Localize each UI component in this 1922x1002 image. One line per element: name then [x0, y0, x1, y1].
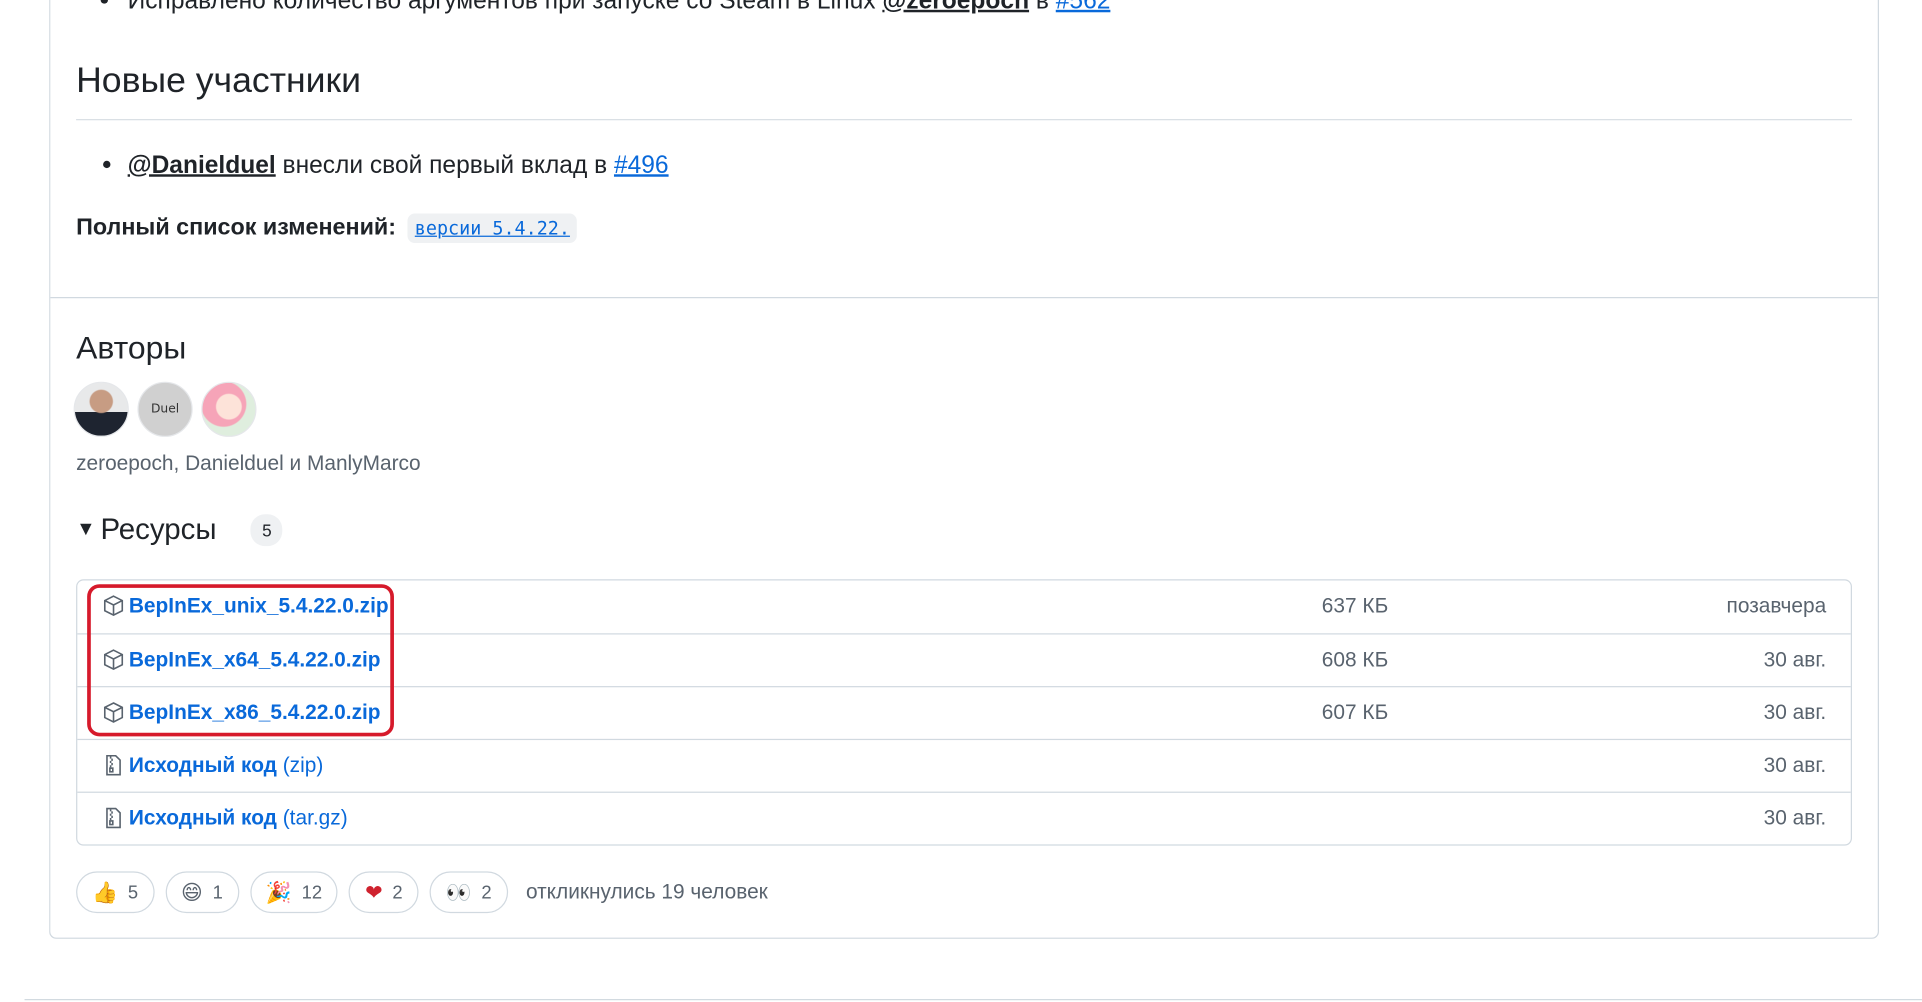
- page-divider: [24, 999, 1922, 1001]
- changelog-item-text: Исправлено количество аргументов при зап…: [127, 0, 876, 15]
- reactions-bar: 👍 5 😄 1 🎉 12 ❤ 2 👀 2 откликнулись 19 человек: [76, 871, 768, 914]
- asset-row: BepInEx_unix_5.4.22.0.zip 637 КБ позавчера: [77, 581, 1850, 634]
- reaction-count: 1: [212, 881, 223, 903]
- asset-ext: (tar.gz): [282, 806, 348, 830]
- resources-heading: Ресурсы: [100, 513, 217, 547]
- asset-ext: (zip): [282, 753, 324, 777]
- asset-date: 30 авг.: [1763, 700, 1827, 725]
- asset-date: 30 авг.: [1763, 753, 1827, 777]
- asset-name: BepInEx_x86_5.4.22.0.zip: [128, 700, 381, 725]
- mention-link-zeroepoch[interactable]: @zeroepoch: [882, 0, 1029, 15]
- package-icon: [102, 594, 127, 619]
- new-contributors-heading: Новые участники: [76, 61, 361, 101]
- author-names: zeroepoch, Danielduel и ManlyMarco: [76, 451, 421, 475]
- reaction-heart-button[interactable]: ❤ 2: [349, 871, 419, 914]
- reaction-count: 12: [301, 881, 323, 903]
- package-icon: [102, 701, 127, 726]
- issue-link-496[interactable]: #496: [614, 152, 669, 179]
- reaction-count: 5: [127, 881, 139, 903]
- reaction-count: 2: [392, 881, 403, 903]
- reaction-count: 2: [481, 881, 492, 903]
- reactions-summary: откликнулись 19 человек: [525, 879, 768, 904]
- avatar-zeroepoch[interactable]: [73, 381, 129, 437]
- asset-row: BepInEx_x86_5.4.22.0.zip 607 КБ 30 авг.: [77, 686, 1851, 739]
- mention-link-danielduel[interactable]: @Danielduel: [128, 152, 276, 179]
- asset-name: Исходный код: [128, 806, 277, 830]
- reaction-laugh-button[interactable]: 😄 1: [165, 871, 239, 914]
- asset-download-link[interactable]: BepInEx_unix_5.4.22.0.zip: [129, 594, 389, 619]
- resources-toggle[interactable]: ▼ Ресурсы 5: [76, 513, 283, 547]
- avatar-manlymarco[interactable]: [201, 381, 257, 437]
- avatar-text: Duel: [150, 402, 180, 417]
- asset-row: Исходный код (tar.gz) 30 авг.: [77, 791, 1851, 845]
- asset-download-link[interactable]: Исходный код (tar.gz): [129, 806, 348, 831]
- asset-download-link[interactable]: BepInEx_x86_5.4.22.0.zip: [129, 701, 381, 726]
- asset-download-link[interactable]: BepInEx_x64_5.4.22.0.zip: [129, 648, 381, 673]
- reaction-eyes-button[interactable]: 👀 2: [429, 871, 508, 914]
- changelog-in-text: в: [1035, 0, 1049, 15]
- author-avatars: Duel: [73, 381, 257, 437]
- package-icon: [102, 648, 127, 673]
- file-zip-icon: [102, 754, 127, 779]
- asset-date: 30 авг.: [1763, 806, 1827, 830]
- page: Исправлено количество аргументов при зап…: [0, 0, 1922, 1002]
- asset-download-link[interactable]: Исходный код (zip): [129, 754, 323, 779]
- avatar-danielduel[interactable]: Duel: [137, 381, 193, 437]
- issue-link-562[interactable]: #562: [1056, 0, 1111, 15]
- heading-rule: [76, 119, 1852, 121]
- thumbs-up-icon: 👍: [92, 880, 119, 904]
- asset-size: 637 КБ: [1321, 594, 1389, 618]
- full-changelog: Полный список изменений: версии 5.4.22.: [76, 213, 578, 244]
- asset-size: 608 КБ: [1321, 648, 1389, 672]
- laugh-icon: 😄: [181, 880, 203, 904]
- full-changelog-label: Полный список изменений:: [76, 214, 397, 241]
- asset-date: позавчера: [1726, 594, 1827, 618]
- asset-size: 607 КБ: [1321, 700, 1389, 725]
- caret-down-icon: ▼: [76, 519, 96, 541]
- asset-row: Исходный код (zip) 30 авг.: [77, 738, 1851, 792]
- bullet-dot: [103, 160, 111, 168]
- reaction-hooray-button[interactable]: 🎉 12: [249, 871, 339, 914]
- full-changelog-link[interactable]: версии 5.4.22.: [407, 213, 578, 244]
- section-divider: [50, 297, 1878, 299]
- hooray-icon: 🎉: [265, 880, 292, 904]
- eyes-icon: 👀: [445, 880, 472, 904]
- bullet-dot: [100, 0, 109, 4]
- contributor-text: внесли свой первый вклад в: [282, 152, 608, 180]
- asset-date: 30 авг.: [1763, 648, 1827, 672]
- asset-name: BepInEx_x64_5.4.22.0.zip: [128, 648, 381, 672]
- assets-list: BepInEx_unix_5.4.22.0.zip 637 КБ позавчера…: [76, 579, 1852, 846]
- heart-icon: ❤: [365, 880, 383, 904]
- release-content: Исправлено количество аргументов при зап…: [0, 0, 1922, 1001]
- asset-name: Исходный код: [128, 753, 277, 777]
- resources-count-badge: 5: [250, 514, 283, 547]
- reaction-thumbs-up-button[interactable]: 👍 5: [76, 871, 155, 914]
- authors-heading: Авторы: [76, 328, 187, 366]
- new-contributor-item: @Danielduel внесли свой первый вклад в #…: [103, 150, 669, 182]
- asset-name: BepInEx_unix_5.4.22.0.zip: [128, 594, 389, 618]
- file-zip-icon: [102, 806, 127, 831]
- asset-row: BepInEx_x64_5.4.22.0.zip 608 КБ 30 авг.: [77, 633, 1851, 686]
- changelog-item: Исправлено количество аргументов при зап…: [76, 0, 1110, 17]
